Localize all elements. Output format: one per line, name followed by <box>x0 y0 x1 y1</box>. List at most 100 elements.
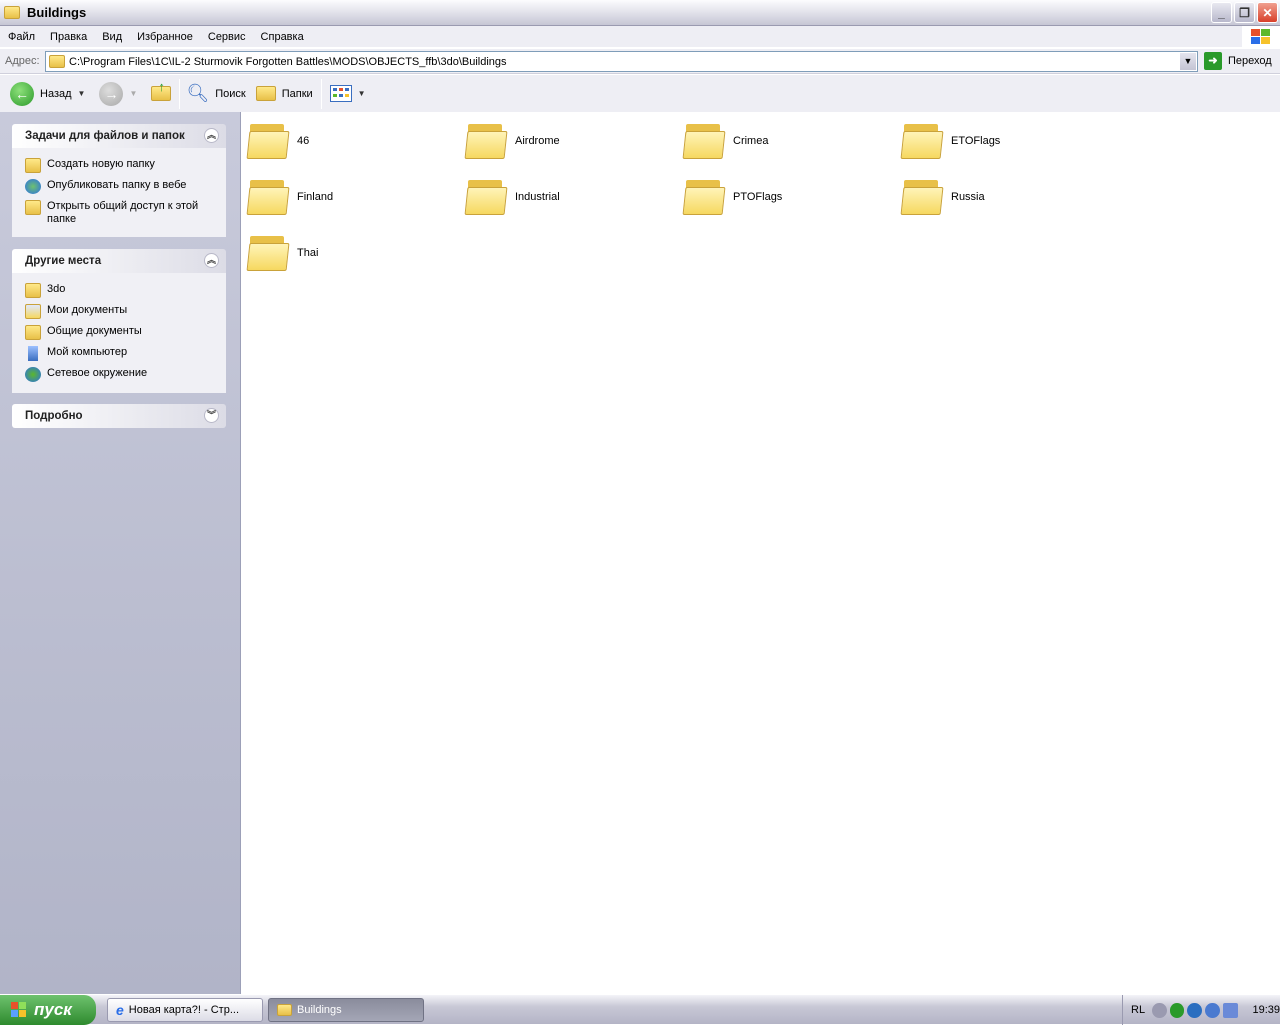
views-button[interactable]: ▼ <box>330 85 366 102</box>
file-tasks-header[interactable]: Задачи для файлов и папок︽ <box>12 124 226 148</box>
folder-item[interactable]: PTOFlags <box>684 178 782 216</box>
window-title: Buildings <box>27 5 86 20</box>
globe-icon <box>25 179 41 194</box>
taskbar-button-ie[interactable]: e Новая карта?! - Стр... <box>107 998 263 1022</box>
menu-file[interactable]: Файл <box>0 31 42 43</box>
address-input[interactable]: C:\Program Files\1C\IL-2 Sturmovik Forgo… <box>45 51 1198 72</box>
tray-collapse-icon[interactable] <box>1152 1003 1167 1018</box>
menu-favorites[interactable]: Избранное <box>129 31 200 43</box>
place-shared-documents[interactable]: Общие документы <box>25 322 216 343</box>
taskbar-button-buildings[interactable]: Buildings <box>268 998 424 1022</box>
my-documents-icon <box>25 304 41 319</box>
task-share-folder[interactable]: Открыть общий доступ к этой папке <box>25 197 216 229</box>
title-bar: Buildings _ ❐ ✕ <box>0 0 1280 26</box>
forward-dropdown-icon: ▼ <box>129 89 137 98</box>
place-network[interactable]: Сетевое окружение <box>25 364 216 385</box>
share-folder-icon <box>25 200 41 215</box>
task-label: Открыть общий доступ к этой папке <box>47 200 216 226</box>
start-button[interactable]: пуск <box>0 995 96 1025</box>
close-button[interactable]: ✕ <box>1257 2 1278 23</box>
folder-item[interactable]: Finland <box>248 178 333 216</box>
task-publish-web[interactable]: Опубликовать папку в вебе <box>25 176 216 197</box>
back-dropdown-icon[interactable]: ▼ <box>78 89 86 98</box>
place-label: 3do <box>47 283 65 296</box>
folder-icon <box>25 325 41 340</box>
address-dropdown-button[interactable]: ▼ <box>1180 53 1196 70</box>
minimize-button[interactable]: _ <box>1211 2 1232 23</box>
file-tasks-panel: Задачи для файлов и папок︽ Создать новую… <box>12 124 226 237</box>
toolbar-separator <box>179 79 180 109</box>
folder-item[interactable]: Crimea <box>684 122 768 160</box>
go-button[interactable]: ➜ Переход <box>1204 52 1272 70</box>
toolbar: ← Назад ▼ → ▼ ↑ 🔍︎ Поиск Папки ▼ <box>0 75 1280 112</box>
place-label: Общие документы <box>47 325 142 338</box>
up-folder-button[interactable]: ↑ <box>151 86 171 101</box>
menu-bar: Файл Правка Вид Избранное Сервис Справка <box>0 26 1280 48</box>
forward-arrow-icon: → <box>99 82 123 106</box>
other-places-header[interactable]: Другие места︽ <box>12 249 226 273</box>
folder-view: 46 Airdrome Crimea ETOFlags Finland Industria… <box>241 112 1280 994</box>
search-button[interactable]: 🔍︎ Поиск <box>186 83 245 104</box>
folder-icon <box>466 178 506 216</box>
panel-title: Подробно <box>25 410 83 422</box>
search-label: Поиск <box>215 88 245 100</box>
language-indicator[interactable]: RL <box>1131 1004 1145 1016</box>
folder-icon <box>248 178 288 216</box>
tray-app-icon[interactable] <box>1205 1003 1220 1018</box>
place-label: Сетевое окружение <box>47 367 147 380</box>
folder-item[interactable]: Thai <box>248 234 318 272</box>
folder-name: 46 <box>297 135 309 147</box>
computer-icon <box>28 346 38 361</box>
folders-button[interactable]: Папки <box>256 86 313 101</box>
folder-item[interactable]: Airdrome <box>466 122 560 160</box>
folder-name: ETOFlags <box>951 135 1000 147</box>
folder-item[interactable]: ETOFlags <box>902 122 1000 160</box>
address-bar: Адрес: C:\Program Files\1C\IL-2 Sturmovi… <box>0 49 1280 74</box>
toolbar-separator <box>321 79 322 109</box>
menu-view[interactable]: Вид <box>94 31 129 43</box>
tray-info-icon[interactable] <box>1187 1003 1202 1018</box>
clock[interactable]: 19:39 <box>1253 1004 1280 1016</box>
folder-name: Thai <box>297 247 318 259</box>
new-folder-icon <box>25 158 41 173</box>
place-my-documents[interactable]: Мои документы <box>25 301 216 322</box>
details-panel: Подробно ︾ <box>12 404 226 428</box>
folder-icon <box>684 178 724 216</box>
folder-item[interactable]: Russia <box>902 178 985 216</box>
folder-icon <box>248 234 288 272</box>
taskbar-button-label: Buildings <box>297 1004 342 1016</box>
folder-name: Industrial <box>515 191 560 203</box>
expand-icon[interactable]: ︾ <box>204 408 219 423</box>
views-icon <box>330 85 352 102</box>
folder-icon <box>248 122 288 160</box>
back-arrow-icon: ← <box>10 82 34 106</box>
ie-icon: e <box>116 1002 124 1018</box>
forward-button[interactable]: → ▼ <box>99 82 137 106</box>
restore-button[interactable]: ❐ <box>1234 2 1255 23</box>
collapse-icon[interactable]: ︽ <box>204 253 219 268</box>
address-label: Адрес: <box>5 55 45 67</box>
windows-logo-icon <box>1242 26 1280 48</box>
place-my-computer[interactable]: Мой компьютер <box>25 343 216 364</box>
back-button[interactable]: ← Назад ▼ <box>10 82 85 106</box>
folder-name: Crimea <box>733 135 768 147</box>
tray-eye-icon[interactable] <box>1170 1003 1185 1018</box>
address-path: C:\Program Files\1C\IL-2 Sturmovik Forgo… <box>69 56 507 68</box>
place-3do[interactable]: 3do <box>25 280 216 301</box>
collapse-icon[interactable]: ︽ <box>204 128 219 143</box>
menu-tools[interactable]: Сервис <box>200 31 253 43</box>
details-header[interactable]: Подробно ︾ <box>12 404 226 428</box>
menu-edit[interactable]: Правка <box>42 31 94 43</box>
folder-item[interactable]: 46 <box>248 122 309 160</box>
tray-network-icon[interactable] <box>1223 1003 1238 1018</box>
taskbar-button-label: Новая карта?! - Стр... <box>129 1004 239 1016</box>
folder-name: Finland <box>297 191 333 203</box>
folder-item[interactable]: Industrial <box>466 178 560 216</box>
go-label: Переход <box>1228 55 1272 67</box>
place-label: Мои документы <box>47 304 127 317</box>
back-label: Назад <box>40 88 72 100</box>
task-new-folder[interactable]: Создать новую папку <box>25 155 216 176</box>
menu-help[interactable]: Справка <box>253 31 311 43</box>
go-arrow-icon: ➜ <box>1204 52 1222 70</box>
system-tray: RL 19:39 <box>1122 995 1280 1025</box>
